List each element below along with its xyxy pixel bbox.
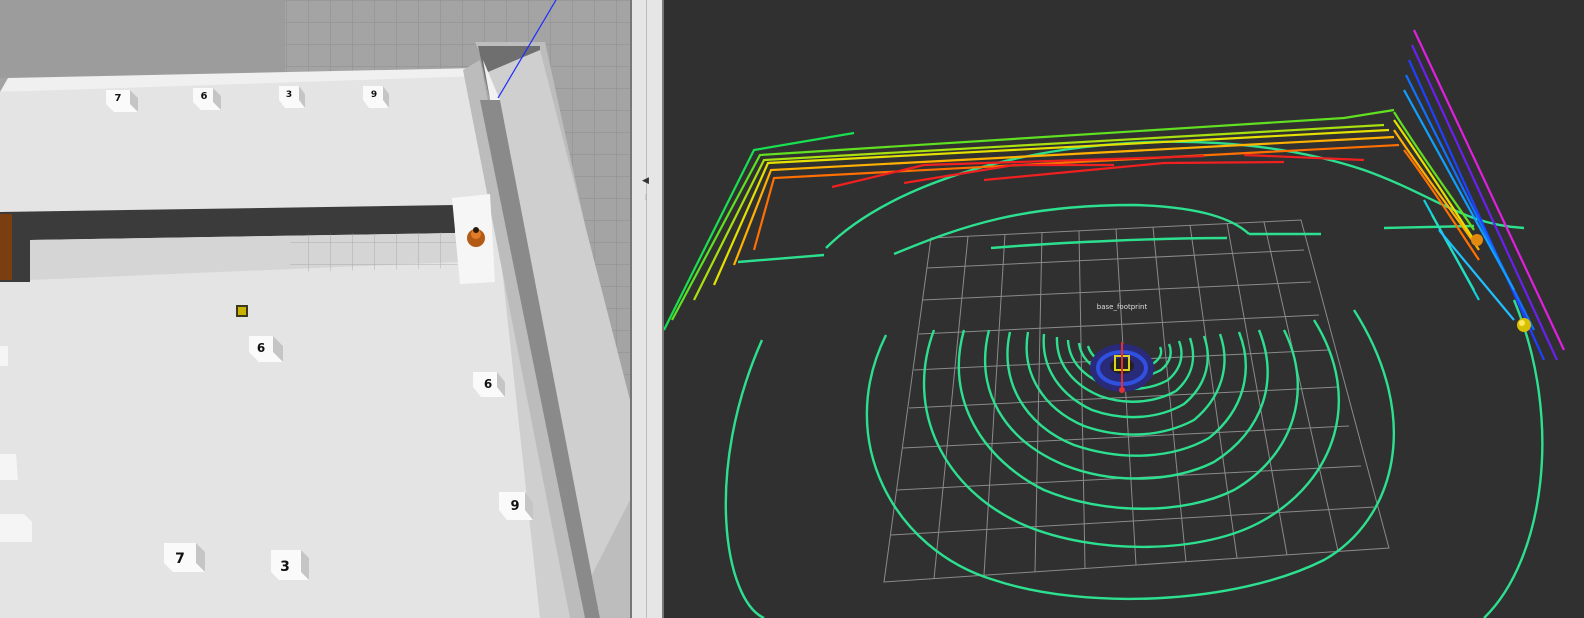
collapse-arrow-icon[interactable]: ◀	[642, 176, 649, 186]
marker-sphere-orange	[1471, 234, 1483, 246]
partial-cube-3	[0, 514, 32, 542]
gazebo-scene[interactable]: 7 6 3 9 6 6 9 7 3	[0, 0, 630, 618]
splitter-center	[646, 0, 647, 618]
svg-text:6: 6	[484, 377, 492, 391]
gazebo-3d-viewport[interactable]: 7 6 3 9 6 6 9 7 3	[0, 0, 630, 618]
svg-text:9: 9	[510, 499, 519, 514]
svg-text:7: 7	[115, 93, 122, 104]
svg-text:6: 6	[201, 91, 208, 102]
svg-text:6: 6	[257, 341, 265, 355]
cube-top-9: 9	[363, 86, 389, 108]
svg-text:3: 3	[280, 559, 290, 575]
partial-cube-1	[0, 346, 8, 366]
splitter-edge-left	[630, 0, 632, 618]
rviz-scene[interactable]: base_footprint	[664, 0, 1584, 618]
cube-top-7: 7	[106, 90, 138, 112]
svg-text:7: 7	[175, 551, 185, 567]
cube-top-3: 3	[279, 86, 305, 108]
partial-cube-2	[0, 454, 18, 480]
svg-text:9: 9	[371, 90, 377, 100]
orange-block	[0, 214, 12, 280]
tf-frame-label: base_footprint	[1097, 303, 1148, 311]
cube-lower-right: 9	[499, 492, 533, 520]
grip-handle-icon[interactable]: ⋮	[643, 195, 649, 201]
rviz-robot-model	[1090, 342, 1154, 393]
rviz-3d-viewport[interactable]: base_footprint	[664, 0, 1584, 618]
cube-bottom-3: 3	[271, 550, 309, 580]
panel-splitter[interactable]: ◀ ⋮	[630, 0, 664, 618]
cube-bottom-7: 7	[164, 543, 205, 572]
svg-text:3: 3	[286, 90, 292, 100]
